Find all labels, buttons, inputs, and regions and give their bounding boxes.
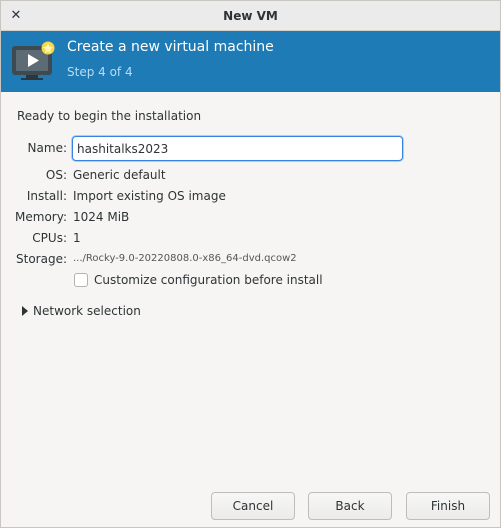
name-input[interactable]: [72, 136, 403, 161]
new-vm-window: ✕ New VM Create a new virtual machine St…: [0, 0, 501, 528]
memory-label: Memory:: [15, 210, 67, 224]
customize-checkbox-label[interactable]: Customize configuration before install: [94, 273, 323, 287]
ready-label: Ready to begin the installation: [17, 109, 202, 123]
os-label: OS:: [45, 168, 67, 182]
storage-value: .../Rocky-9.0-20220808.0-x86_64-dvd.qcow…: [73, 253, 297, 264]
back-button[interactable]: Back: [308, 492, 392, 520]
install-value: Import existing OS image: [73, 189, 226, 203]
expander-arrow-icon: [22, 306, 28, 316]
vm-monitor-icon: [12, 41, 55, 80]
step-indicator: Step 4 of 4: [67, 65, 133, 79]
cancel-button[interactable]: Cancel: [211, 492, 295, 520]
cpus-label: CPUs:: [32, 231, 67, 245]
install-label: Install:: [26, 189, 67, 203]
cpus-value: 1: [73, 231, 81, 245]
customize-checkbox[interactable]: [74, 273, 88, 287]
memory-value: 1024 MiB: [73, 210, 130, 224]
window-title: New VM: [223, 9, 278, 23]
storage-label: Storage:: [16, 252, 67, 266]
titlebar: ✕ New VM: [1, 1, 500, 31]
network-selection-label: Network selection: [33, 304, 141, 318]
header-banner: Create a new virtual machine Step 4 of 4: [1, 31, 500, 92]
header-title: Create a new virtual machine: [67, 39, 274, 55]
name-label: Name:: [27, 141, 67, 155]
finish-button[interactable]: Finish: [406, 492, 490, 520]
os-value: Generic default: [73, 168, 166, 182]
